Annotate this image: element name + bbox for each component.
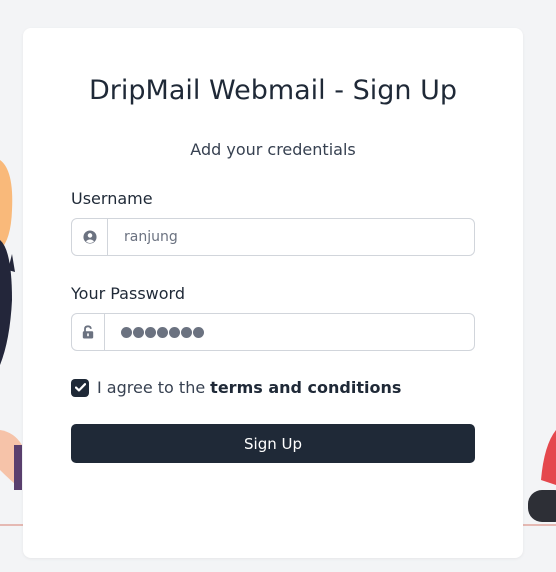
user-circle-icon bbox=[82, 230, 97, 244]
password-addon bbox=[72, 314, 105, 350]
password-input[interactable] bbox=[105, 314, 474, 350]
terms-prefix-text: I agree to the bbox=[97, 378, 206, 397]
page-title: DripMail Webmail - Sign Up bbox=[89, 75, 457, 106]
check-icon bbox=[74, 383, 86, 392]
username-input[interactable]: ranjung bbox=[108, 219, 474, 255]
password-label: Your Password bbox=[71, 284, 185, 303]
username-label: Username bbox=[71, 189, 153, 208]
password-field[interactable] bbox=[71, 313, 475, 351]
page: DripMail Webmail - Sign Up Add your cred… bbox=[0, 0, 556, 572]
page-subtitle: Add your credentials bbox=[190, 140, 356, 159]
terms-checkbox[interactable] bbox=[71, 378, 89, 397]
username-addon bbox=[72, 219, 108, 255]
signup-card: DripMail Webmail - Sign Up Add your cred… bbox=[23, 28, 523, 558]
unlock-icon bbox=[82, 325, 94, 339]
username-field[interactable]: ranjung bbox=[71, 218, 475, 256]
terms-link[interactable]: terms and conditions bbox=[210, 378, 401, 397]
signup-button[interactable]: Sign Up bbox=[71, 424, 475, 463]
terms-agreement: I agree to the terms and conditions bbox=[71, 378, 401, 397]
